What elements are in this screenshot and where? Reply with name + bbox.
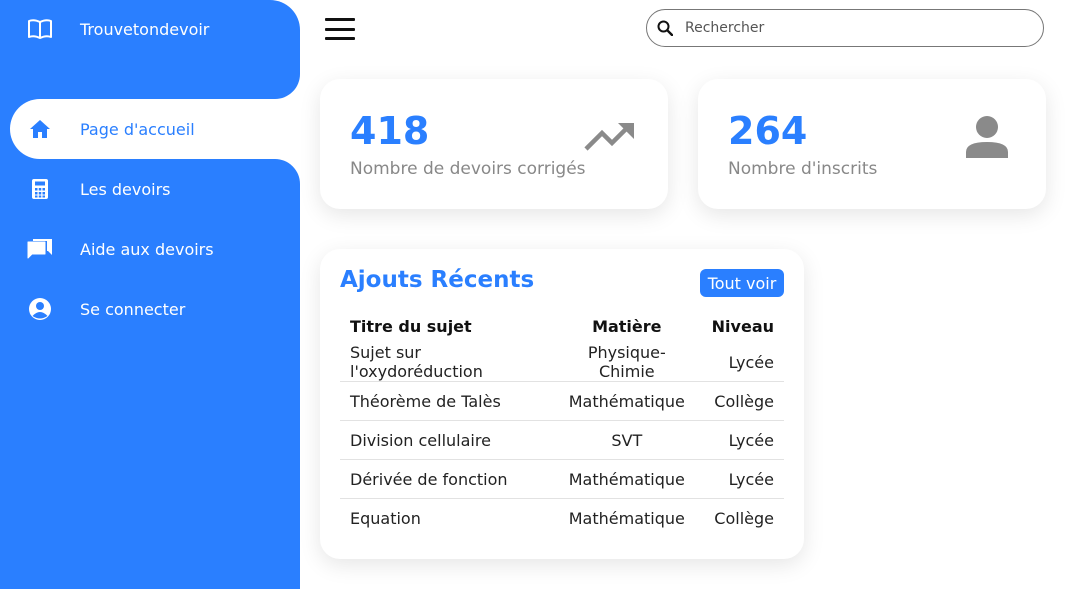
- menu-line: [325, 27, 355, 31]
- search-icon: [657, 19, 675, 37]
- cell-subject: SVT: [551, 420, 702, 460]
- table-row[interactable]: Théorème de Talès Mathématique Collège: [340, 381, 784, 421]
- table-row[interactable]: Equation Mathématique Collège: [340, 499, 784, 538]
- brand[interactable]: Trouvetondevoir: [10, 0, 209, 58]
- menu-line: [325, 37, 355, 40]
- menu-line: [325, 18, 355, 21]
- hamburger-menu-icon[interactable]: [325, 18, 355, 40]
- brand-name: Trouvetondevoir: [80, 19, 210, 39]
- recent-card: Ajouts Récents Tout voir Titre du sujet …: [320, 249, 804, 559]
- sidebar-item-label: Aide aux devoirs: [80, 239, 214, 259]
- account-circle-icon: [20, 289, 60, 329]
- home-icon: [20, 109, 60, 149]
- table-header-row: Titre du sujet Matière Niveau: [340, 309, 784, 343]
- cell-title: Sujet sur l'oxydoréduction: [340, 343, 552, 382]
- cell-level: Lycée: [701, 459, 784, 499]
- stat-label: Nombre d'inscrits: [728, 159, 878, 179]
- book-open-icon: [20, 9, 60, 49]
- person-icon: [964, 115, 1010, 163]
- stat-value: 264: [728, 109, 808, 153]
- cell-title: Théorème de Talès: [340, 381, 552, 421]
- table-row[interactable]: Sujet sur l'oxydoréduction Physique-Chim…: [340, 343, 784, 382]
- cell-level: Collège: [714, 508, 774, 528]
- stat-label: Nombre de devoirs corrigés: [350, 159, 586, 179]
- cell-subject: Physique-Chimie: [551, 343, 702, 382]
- cell-title: Equation: [350, 508, 421, 528]
- cell-title: Division cellulaire: [340, 420, 552, 460]
- stat-value: 418: [350, 109, 430, 153]
- cell-subject: Mathématique: [551, 459, 702, 499]
- search-bar[interactable]: [646, 9, 1044, 47]
- column-header: Matière: [592, 316, 662, 336]
- cell-subject: Mathématique: [551, 381, 702, 421]
- cell-level: Collège: [701, 381, 784, 421]
- search-input[interactable]: [683, 19, 1017, 37]
- sidebar-curve-decoration: [250, 49, 300, 99]
- sidebar-item-devoirs[interactable]: Les devoirs: [10, 159, 300, 219]
- sidebar-item-label: Page d'accueil: [80, 119, 195, 139]
- view-all-button[interactable]: Tout voir: [700, 269, 784, 297]
- calculator-icon: [20, 169, 60, 209]
- sidebar-item-home[interactable]: Page d'accueil: [10, 99, 300, 159]
- recent-title: Ajouts Récents: [340, 267, 535, 293]
- recent-table: Titre du sujet Matière Niveau Sujet sur …: [340, 309, 784, 537]
- table-row[interactable]: Dérivée de fonction Mathématique Lycée: [340, 459, 784, 499]
- table-row[interactable]: Division cellulaire SVT Lycée: [340, 420, 784, 460]
- sidebar-item-label: Se connecter: [80, 299, 186, 319]
- cell-level: Lycée: [701, 420, 784, 460]
- cell-title: Dérivée de fonction: [340, 459, 552, 499]
- trending-up-icon: [584, 121, 636, 157]
- sidebar-item-login[interactable]: Se connecter: [10, 279, 300, 339]
- cell-level: Lycée: [701, 343, 784, 382]
- stat-card-devoirs: 418 Nombre de devoirs corrigés: [320, 79, 668, 209]
- column-header: Titre du sujet: [350, 316, 472, 336]
- cell-subject: Mathématique: [568, 508, 685, 528]
- sidebar-item-label: Les devoirs: [80, 179, 171, 199]
- stat-card-inscrits: 264 Nombre d'inscrits: [698, 79, 1046, 209]
- sidebar: Trouvetondevoir Page d'accueil Les devoi…: [0, 0, 300, 589]
- sidebar-item-aide[interactable]: Aide aux devoirs: [10, 219, 300, 279]
- column-header: Niveau: [711, 316, 774, 336]
- forum-icon: [20, 229, 60, 269]
